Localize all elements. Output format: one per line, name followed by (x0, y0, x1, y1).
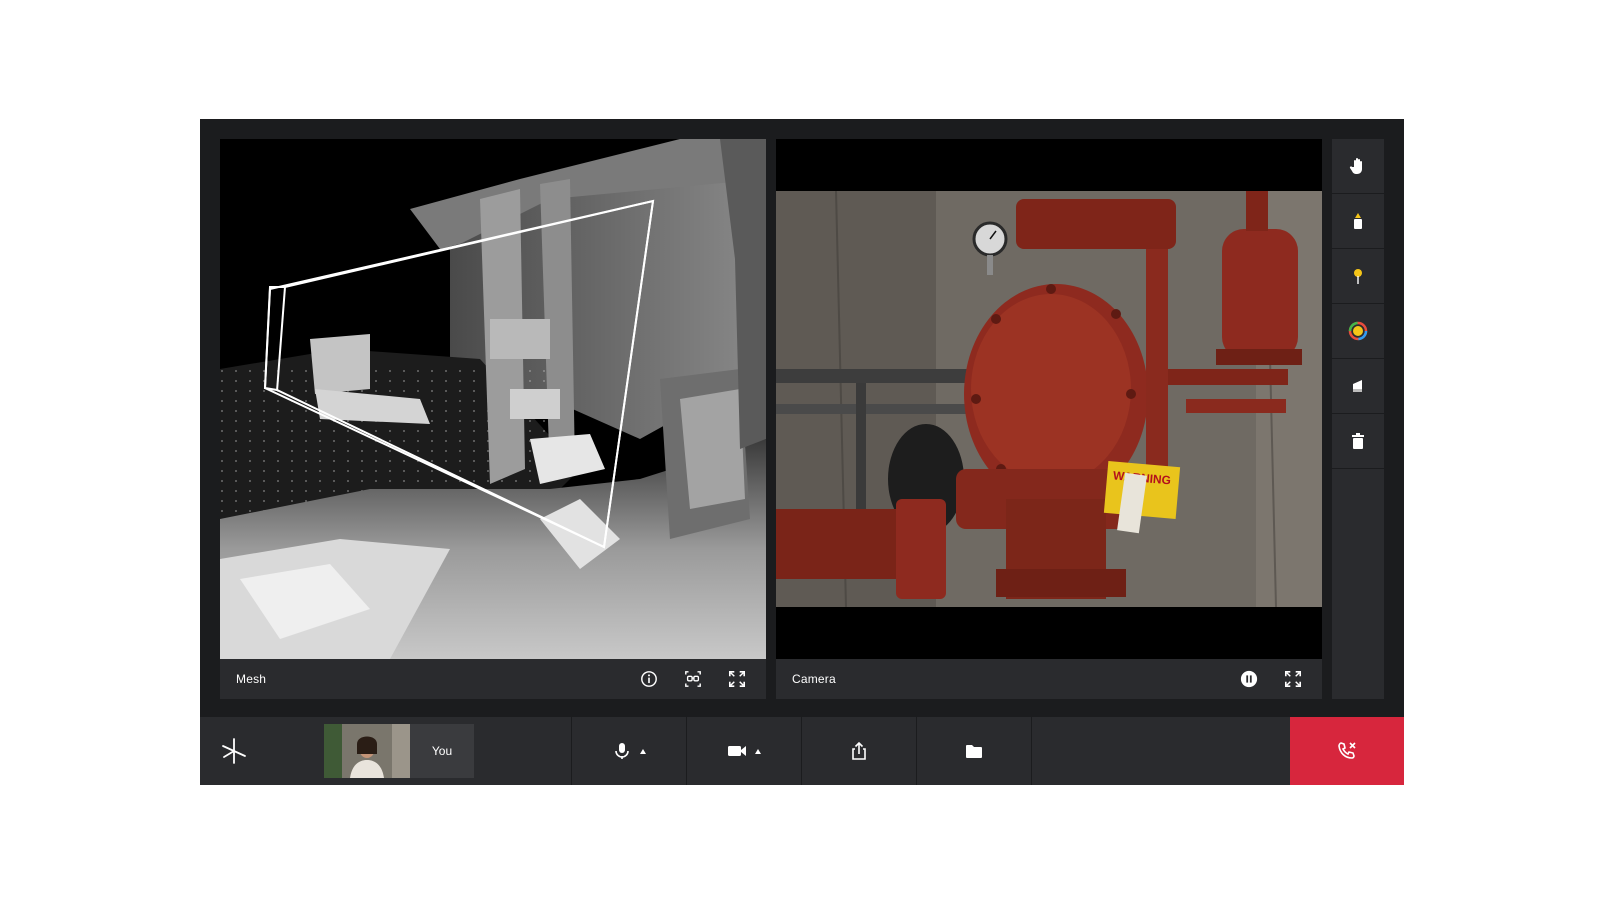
mesh-panel: Mesh (220, 139, 766, 699)
info-icon[interactable] (636, 666, 662, 692)
video-camera-icon (728, 746, 746, 756)
pause-icon[interactable] (1236, 666, 1262, 692)
chevron-up-icon[interactable] (640, 748, 646, 754)
call-control-bar: You (200, 717, 1404, 785)
camera-feed: WARNING (776, 139, 1322, 659)
mesh-panel-label: Mesh (236, 672, 267, 686)
camera-panel-footer: Camera (776, 659, 1322, 699)
hand-pointer-icon[interactable] (1332, 139, 1384, 194)
highlighter-icon[interactable] (1332, 194, 1384, 249)
self-view-tile[interactable]: You (324, 724, 474, 778)
fullscreen-icon[interactable] (1280, 666, 1306, 692)
app-frame: Mesh Camera You (200, 119, 1404, 785)
color-picker-icon[interactable] (1332, 304, 1384, 359)
files-button[interactable] (917, 717, 1032, 785)
ar-glasses-icon[interactable] (680, 666, 706, 692)
folder-icon (966, 745, 982, 758)
self-view-thumbnail (324, 724, 410, 778)
end-call-icon (1338, 742, 1356, 759)
share-screen-button[interactable] (802, 717, 917, 785)
camera-panel: WARNING Camera (776, 139, 1322, 699)
mesh-view[interactable] (220, 139, 766, 659)
self-view-cell: You (268, 717, 572, 785)
trash-icon[interactable] (1332, 414, 1384, 469)
mesh-panel-footer: Mesh (220, 659, 766, 699)
app-logo (200, 717, 268, 785)
control-bar-spacer (1032, 717, 1290, 785)
end-call-button[interactable] (1290, 717, 1404, 785)
share-screen-icon (852, 741, 866, 760)
annotation-toolbar (1332, 139, 1384, 699)
microphone-icon (615, 743, 629, 759)
asterisk-logo-icon (222, 738, 246, 764)
chevron-up-icon[interactable] (755, 748, 761, 754)
pin-icon[interactable] (1332, 249, 1384, 304)
mesh-render (220, 139, 766, 659)
self-view-label: You (410, 724, 474, 778)
fullscreen-icon[interactable] (724, 666, 750, 692)
camera-view[interactable]: WARNING (776, 139, 1322, 659)
microphone-button[interactable] (572, 717, 687, 785)
video-button[interactable] (687, 717, 802, 785)
camera-panel-label: Camera (792, 672, 836, 686)
eraser-icon[interactable] (1332, 359, 1384, 414)
